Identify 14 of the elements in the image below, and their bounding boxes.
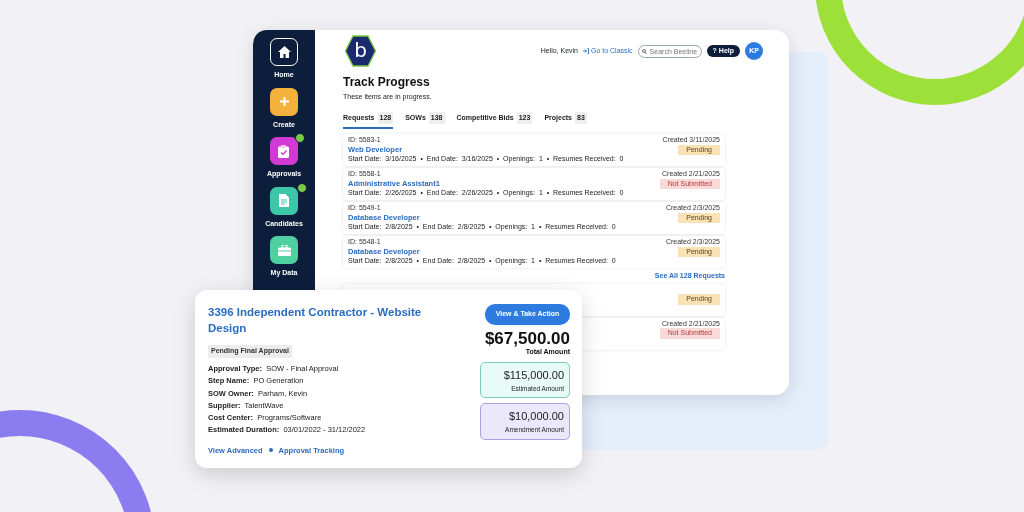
briefcase-icon [270, 236, 298, 264]
total-amount: $67,500.00 [484, 329, 570, 347]
home-icon [270, 38, 298, 66]
separator-dot [268, 448, 273, 453]
page-title: Track Progress [343, 75, 431, 91]
document-icon [270, 186, 298, 215]
amount-value: $10,000.00 [507, 409, 564, 425]
approval-title: 3396 Independent Contractor - Website Design [208, 305, 423, 337]
sign-in-icon [583, 48, 589, 54]
plus-icon [270, 87, 298, 116]
logo: b [345, 35, 376, 67]
search-icon [641, 48, 647, 54]
amount-value: $115,000.00 [502, 368, 564, 383]
clipboard-check-icon [270, 137, 298, 165]
